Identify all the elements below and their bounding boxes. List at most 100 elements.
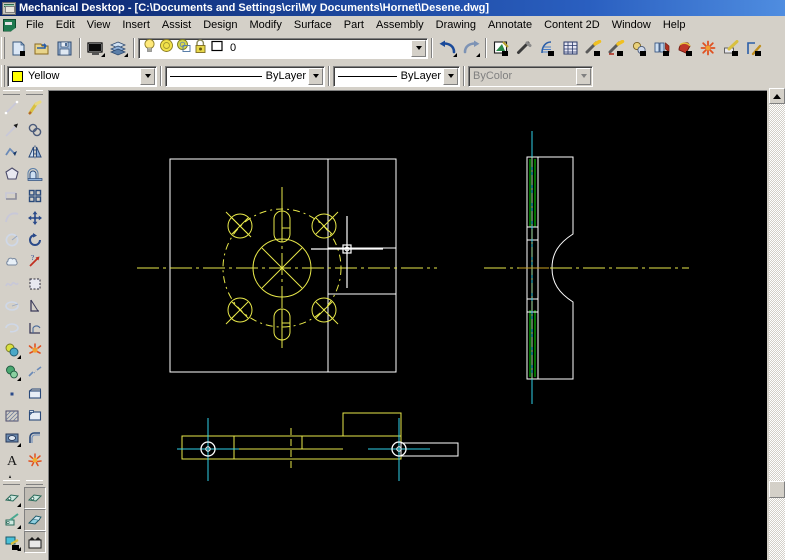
polyline-icon[interactable]: [1, 141, 23, 163]
line-icon[interactable]: [1, 97, 23, 119]
table-icon[interactable]: [559, 37, 582, 59]
new-file-icon[interactable]: [7, 37, 30, 59]
arc-icon[interactable]: [1, 207, 23, 229]
extend-icon[interactable]: [24, 317, 46, 339]
vertical-scrollbar[interactable]: [769, 88, 785, 560]
pan-realtime-icon[interactable]: [1, 487, 23, 509]
circle-icon[interactable]: [1, 229, 23, 251]
toolbar-grip[interactable]: [26, 90, 43, 95]
lineweight-combo-arrow[interactable]: [443, 67, 458, 85]
array-icon[interactable]: [24, 185, 46, 207]
explode-icon[interactable]: [697, 37, 720, 59]
copy-icon[interactable]: [24, 119, 46, 141]
explode-icon[interactable]: [24, 449, 46, 471]
menu-part[interactable]: Part: [338, 18, 370, 32]
animation-icon[interactable]: [23, 531, 46, 553]
rectangle-icon[interactable]: [1, 185, 23, 207]
layers-icon[interactable]: [107, 37, 130, 59]
toolbar-grip[interactable]: [1, 65, 5, 87]
new-part-icon[interactable]: [490, 37, 513, 59]
menu-file[interactable]: File: [20, 18, 50, 32]
insert-block-icon[interactable]: [1, 339, 23, 361]
toolbar-grip[interactable]: [3, 90, 20, 95]
display-icon[interactable]: [84, 37, 107, 59]
move-icon[interactable]: [24, 207, 46, 229]
toolbar-grip[interactable]: [1, 37, 5, 59]
lightbulb-on-icon[interactable]: [142, 38, 157, 59]
menu-design[interactable]: Design: [197, 18, 243, 32]
scroll-thumb[interactable]: [769, 481, 785, 498]
trim-icon[interactable]: [24, 295, 46, 317]
color-control-combo[interactable]: Yellow: [7, 65, 157, 87]
menu-modify[interactable]: Modify: [243, 18, 287, 32]
menu-surface[interactable]: Surface: [288, 18, 338, 32]
spline-icon[interactable]: [1, 273, 23, 295]
region-icon[interactable]: A: [1, 449, 23, 471]
zoom-realtime-icon[interactable]: [1, 509, 23, 531]
menu-assist[interactable]: Assist: [156, 18, 197, 32]
revolve-icon[interactable]: [605, 37, 628, 59]
color-swatch-icon[interactable]: [210, 39, 224, 58]
sun-freeze-icon[interactable]: [159, 38, 174, 59]
named-views-icon[interactable]: [1, 531, 23, 553]
ellipse-arc-icon[interactable]: [1, 317, 23, 339]
hatch-icon[interactable]: [1, 405, 23, 427]
undo-button[interactable]: [436, 37, 459, 59]
lineweight-control-combo[interactable]: ByLayer: [333, 65, 460, 87]
open-file-icon[interactable]: [30, 37, 53, 59]
mirror-icon[interactable]: [24, 141, 46, 163]
toolbar-grip[interactable]: [3, 480, 20, 485]
combine-icon[interactable]: [674, 37, 697, 59]
gradient-icon[interactable]: [1, 427, 23, 449]
sketch-line-icon[interactable]: [513, 37, 536, 59]
rotate-icon[interactable]: [24, 229, 46, 251]
menu-edit[interactable]: Edit: [50, 18, 81, 32]
menu-assembly[interactable]: Assembly: [370, 18, 430, 32]
menu-content2d[interactable]: Content 2D: [538, 18, 606, 32]
menu-view[interactable]: View: [81, 18, 117, 32]
layer-combo-arrow[interactable]: [411, 39, 426, 57]
linetype-combo-arrow[interactable]: [308, 67, 323, 85]
layer-control-combo[interactable]: 0: [138, 37, 428, 59]
menu-window[interactable]: Window: [606, 18, 657, 32]
revision-cloud-icon[interactable]: [1, 251, 23, 273]
fillet-icon[interactable]: [24, 427, 46, 449]
color-swatch-icon: [12, 70, 23, 82]
menu-annotate[interactable]: Annotate: [482, 18, 538, 32]
break-icon[interactable]: [24, 339, 46, 361]
menu-insert[interactable]: Insert: [116, 18, 156, 32]
polygon-icon[interactable]: [1, 163, 23, 185]
point-icon[interactable]: [1, 383, 23, 405]
pattern-icon[interactable]: [651, 37, 674, 59]
linetype-control-combo[interactable]: ByLayer: [165, 65, 325, 87]
erase-icon[interactable]: [24, 97, 46, 119]
sweep-icon[interactable]: [628, 37, 651, 59]
scale-icon[interactable]: ?: [24, 251, 46, 273]
join-icon[interactable]: [24, 383, 46, 405]
extrude-icon[interactable]: [582, 37, 605, 59]
lock-icon[interactable]: [193, 38, 208, 59]
offset-icon[interactable]: [24, 163, 46, 185]
menu-drawing[interactable]: Drawing: [430, 18, 482, 32]
stretch-icon[interactable]: [24, 273, 46, 295]
drawing-canvas[interactable]: [48, 90, 767, 560]
make-block-icon[interactable]: [1, 361, 23, 383]
chamfer-icon[interactable]: [24, 405, 46, 427]
edit-feature-icon[interactable]: [720, 37, 743, 59]
ellipse-icon[interactable]: [1, 295, 23, 317]
profile-icon[interactable]: [536, 37, 559, 59]
document-icon[interactable]: [2, 18, 17, 32]
color-combo-arrow[interactable]: [140, 67, 155, 85]
shade-icon[interactable]: [23, 487, 46, 509]
redo-button[interactable]: [459, 37, 482, 59]
break-at-point-icon[interactable]: [24, 361, 46, 383]
menu-help[interactable]: Help: [657, 18, 692, 32]
linetype-control-value: ByLayer: [265, 70, 306, 82]
save-file-icon[interactable]: [53, 37, 76, 59]
construction-line-icon[interactable]: [1, 119, 23, 141]
render-icon[interactable]: [23, 509, 46, 531]
scroll-up-arrow-icon[interactable]: [769, 88, 785, 104]
toolbar-grip[interactable]: [26, 480, 43, 485]
update-part-icon[interactable]: [743, 37, 766, 59]
freeze-viewport-icon[interactable]: [176, 38, 191, 59]
